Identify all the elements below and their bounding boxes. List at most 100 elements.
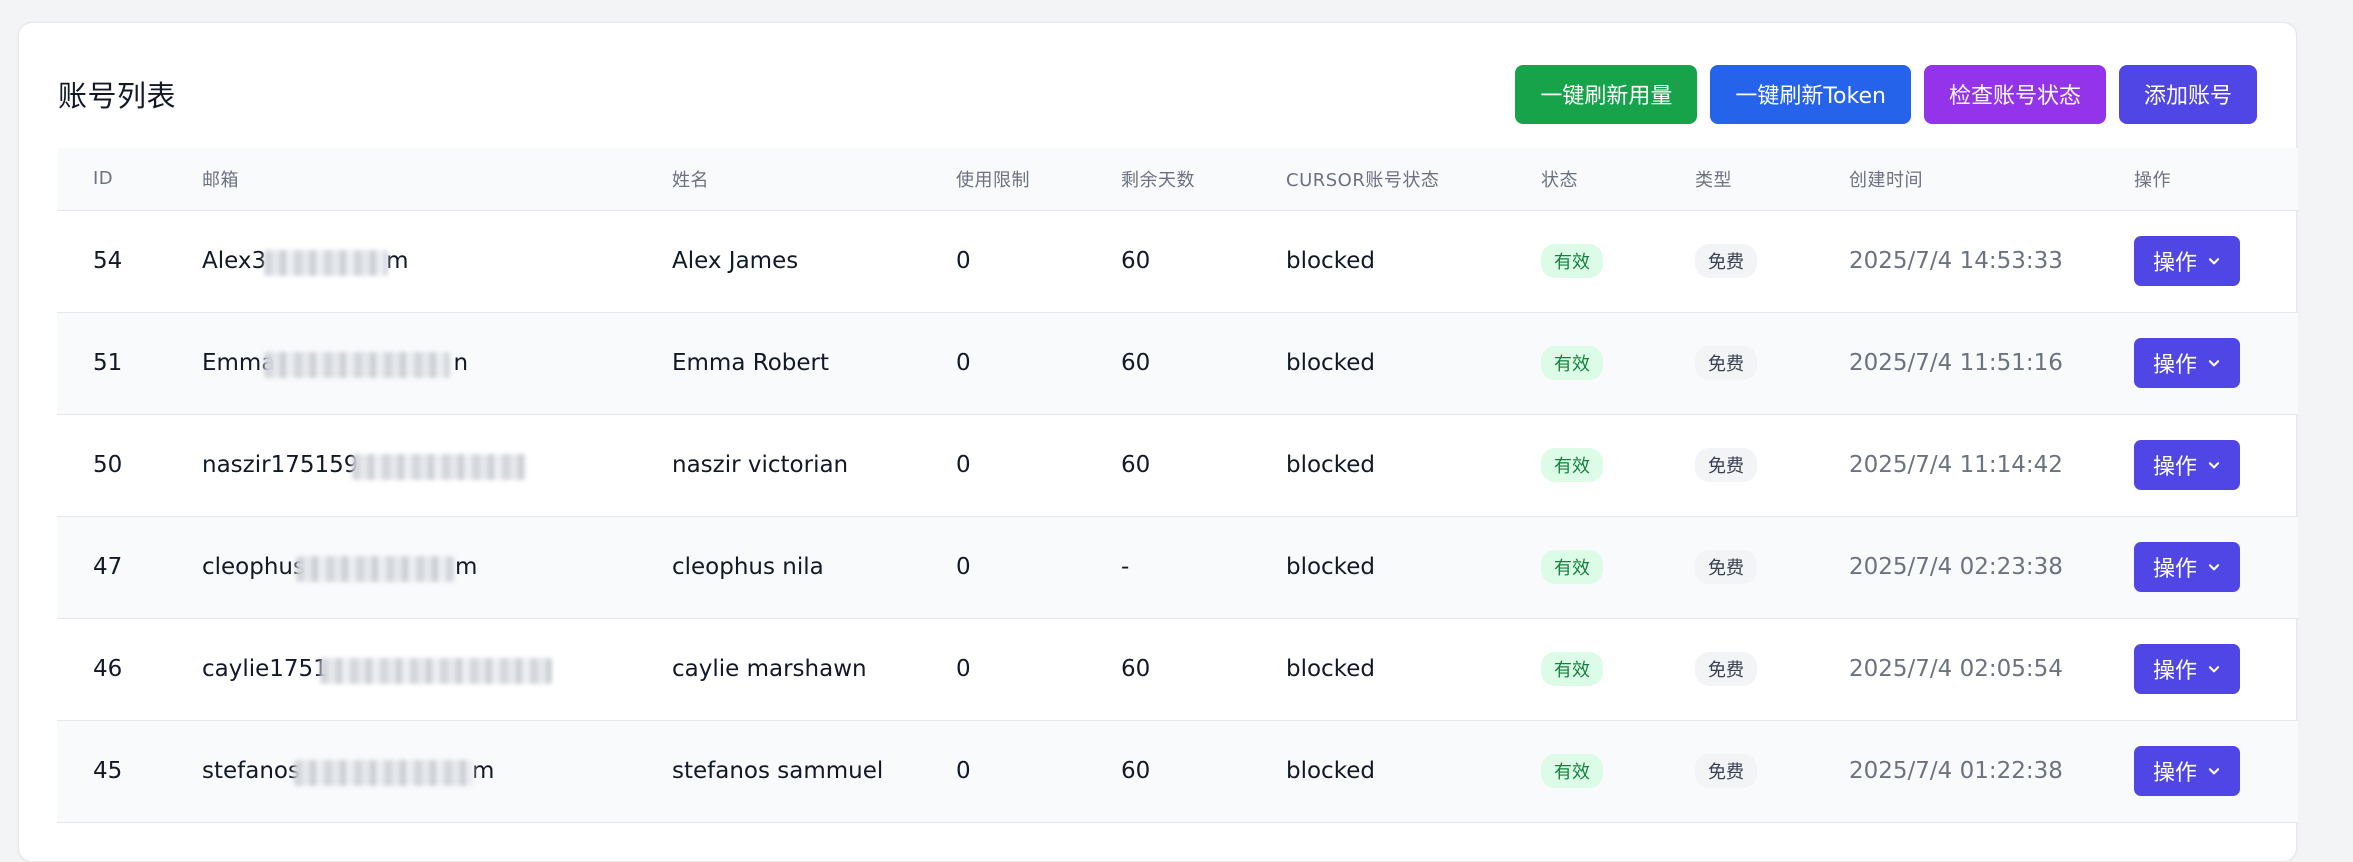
page-title: 账号列表	[58, 79, 177, 113]
cell-name: Emma Robert	[672, 350, 829, 376]
row-action-button[interactable]: 操作	[2134, 542, 2241, 592]
cell-actions: 操作	[2134, 312, 2298, 414]
cell-cursor-status: blocked	[1286, 248, 1375, 274]
table-row: 54 Alex3 m Alex James 0 60 blocked 有效 免费 …	[57, 210, 2298, 312]
cell-status: 有效	[1541, 414, 1695, 516]
cell-usage-limit: 0	[956, 248, 971, 274]
cell-status: 有效	[1541, 210, 1695, 312]
cell-created: 2025/7/4 11:14:42	[1849, 452, 2063, 478]
cell-cursor-status: blocked	[1286, 656, 1375, 682]
refresh-usage-button[interactable]: 一键刷新用量	[1515, 64, 1698, 124]
type-badge: 免费	[1695, 244, 1757, 278]
card-header: 账号列表 一键刷新用量 一键刷新Token 检查账号状态 添加账号	[58, 63, 2257, 125]
row-action-label: 操作	[2153, 557, 2198, 582]
refresh-token-button[interactable]: 一键刷新Token	[1710, 64, 1911, 124]
table-row: 50 naszir175159 naszir victorian 0 60 bl…	[57, 414, 2298, 516]
email-text: Alex3 m	[202, 248, 409, 276]
row-action-label: 操作	[2153, 251, 2198, 276]
email-redaction	[296, 556, 454, 582]
toolbar: 一键刷新用量 一键刷新Token 检查账号状态 添加账号	[1515, 64, 2257, 124]
row-action-label: 操作	[2153, 353, 2198, 378]
col-header-type: 类型	[1695, 169, 1732, 191]
email-redaction	[264, 250, 388, 276]
type-badge: 免费	[1695, 346, 1757, 380]
row-action-button[interactable]: 操作	[2134, 338, 2241, 388]
chevron-down-icon	[2208, 258, 2220, 265]
cell-type: 免费	[1695, 516, 1849, 618]
status-badge: 有效	[1541, 550, 1603, 584]
email-visible-part: caylie1751	[202, 656, 328, 682]
cell-id: 50	[93, 452, 123, 478]
row-action-label: 操作	[2153, 761, 2198, 786]
cell-name: naszir victorian	[672, 452, 849, 478]
email-text: Emma n	[202, 350, 468, 378]
cell-remaining-days: 60	[1121, 656, 1151, 682]
col-header-usage-limit: 使用限制	[956, 169, 1030, 191]
cell-usage-limit: 0	[956, 656, 971, 682]
email-redaction	[294, 760, 474, 786]
email-text: cleophus m	[202, 554, 477, 582]
cell-id: 45	[93, 758, 123, 784]
chevron-down-icon	[2208, 462, 2220, 469]
status-badge: 有效	[1541, 754, 1603, 788]
cell-name: Alex James	[672, 248, 799, 274]
email-text: caylie1751	[202, 656, 556, 684]
cell-email: cleophus m	[202, 516, 672, 618]
table-row: 47 cleophus m cleophus nila 0 - blocked 有…	[57, 516, 2298, 618]
col-header-status: 状态	[1541, 169, 1578, 191]
cell-remaining-days: 60	[1121, 248, 1151, 274]
type-badge: 免费	[1695, 652, 1757, 686]
cell-status: 有效	[1541, 720, 1695, 822]
email-visible-part: naszir175159	[202, 452, 359, 478]
email-tail-part: m	[386, 248, 409, 274]
cell-usage-limit: 0	[956, 350, 971, 376]
table-row: 45 stefanos m stefanos sammuel 0 60 block…	[57, 720, 2298, 822]
cell-usage-limit: 0	[956, 452, 971, 478]
add-account-button[interactable]: 添加账号	[2118, 64, 2257, 124]
cell-name: caylie marshawn	[672, 656, 867, 682]
col-header-email: 邮箱	[202, 169, 239, 191]
row-action-button[interactable]: 操作	[2134, 236, 2241, 286]
cell-actions: 操作	[2134, 516, 2298, 618]
cell-actions: 操作	[2134, 720, 2298, 822]
row-action-label: 操作	[2153, 455, 2198, 480]
cell-cursor-status: blocked	[1286, 758, 1375, 784]
chevron-down-icon	[2208, 666, 2220, 673]
cell-id: 54	[93, 248, 123, 274]
email-redaction	[264, 352, 450, 378]
cell-email: caylie1751	[202, 618, 672, 720]
row-action-button[interactable]: 操作	[2134, 440, 2241, 490]
row-action-label: 操作	[2153, 659, 2198, 684]
chevron-down-icon	[2208, 564, 2220, 571]
cell-status: 有效	[1541, 516, 1695, 618]
cell-status: 有效	[1541, 312, 1695, 414]
col-header-name: 姓名	[672, 169, 709, 191]
row-action-button[interactable]: 操作	[2134, 644, 2241, 694]
cell-cursor-status: blocked	[1286, 350, 1375, 376]
cell-actions: 操作	[2134, 210, 2298, 312]
col-header-created: 创建时间	[1849, 169, 1923, 191]
cell-email: Emma n	[202, 312, 672, 414]
cell-type: 免费	[1695, 414, 1849, 516]
email-visible-part: cleophus	[202, 554, 305, 580]
cell-name: stefanos sammuel	[672, 758, 884, 784]
row-action-button[interactable]: 操作	[2134, 746, 2241, 796]
chevron-down-icon	[2208, 768, 2220, 775]
cell-created: 2025/7/4 02:05:54	[1849, 656, 2063, 682]
type-badge: 免费	[1695, 550, 1757, 584]
email-text: stefanos m	[202, 758, 494, 786]
account-list-card: 账号列表 一键刷新用量 一键刷新Token 检查账号状态 添加账号 ID 邮箱 …	[18, 22, 2298, 862]
table-body: 54 Alex3 m Alex James 0 60 blocked 有效 免费 …	[57, 210, 2298, 822]
table-header-row: ID 邮箱 姓名 使用限制 剩余天数 CURSOR账号状态 状态 类型 创建时间…	[57, 148, 2298, 210]
type-badge: 免费	[1695, 448, 1757, 482]
status-badge: 有效	[1541, 346, 1603, 380]
table-header: ID 邮箱 姓名 使用限制 剩余天数 CURSOR账号状态 状态 类型 创建时间…	[57, 148, 2298, 210]
type-badge: 免费	[1695, 754, 1757, 788]
cell-remaining-days: 60	[1121, 758, 1151, 784]
cell-remaining-days: 60	[1121, 350, 1151, 376]
cell-type: 免费	[1695, 618, 1849, 720]
cell-cursor-status: blocked	[1286, 554, 1375, 580]
account-table: ID 邮箱 姓名 使用限制 剩余天数 CURSOR账号状态 状态 类型 创建时间…	[57, 148, 2298, 823]
check-status-button[interactable]: 检查账号状态	[1923, 64, 2106, 124]
email-redaction	[352, 454, 526, 480]
